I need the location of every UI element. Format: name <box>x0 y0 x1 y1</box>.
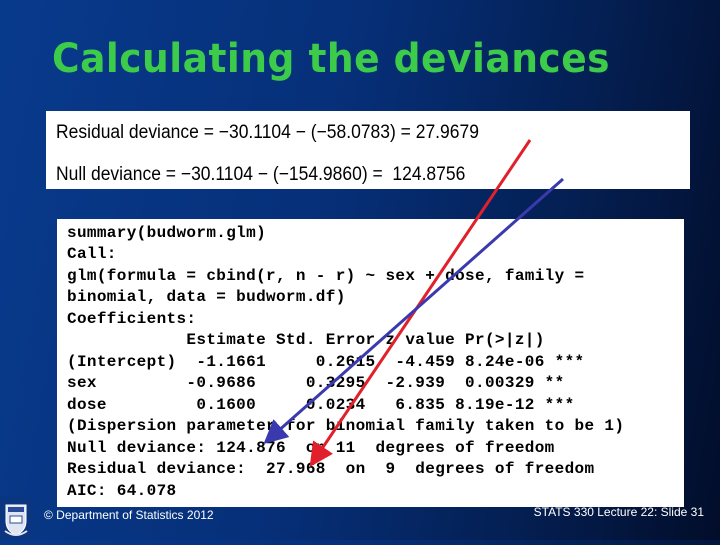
code-line: Coefficients: <box>67 310 197 328</box>
code-line: (Intercept) -1.1661 0.2615 -4.459 8.24e-… <box>67 353 585 371</box>
code-line: summary(budworm.glm) <box>67 224 267 242</box>
code-line: dose 0.1600 0.0234 6.835 8.19e-12 *** <box>67 396 575 414</box>
residual-deviance-calc: Residual deviance = −30.1104 − (−58.0783… <box>56 122 479 143</box>
footer-slide-info: STATS 330 Lecture 22: Slide 31 <box>533 505 704 519</box>
code-line: AIC: 64.078 <box>67 482 177 500</box>
slide-title: Calculating the deviances <box>52 36 611 82</box>
code-line: sex -0.9686 0.3295 -2.939 0.00329 ** <box>67 374 565 392</box>
code-line: glm(formula = cbind(r, n - r) ~ sex + do… <box>67 267 585 285</box>
university-crest-icon <box>0 497 32 540</box>
code-line: Null deviance: 124.876 on 11 degrees of … <box>67 439 555 457</box>
code-line: binomial, data = budworm.df) <box>67 288 346 306</box>
deviance-calculation-box: Residual deviance = −30.1104 − (−58.0783… <box>46 111 690 189</box>
footer-copyright: © Department of Statistics 2012 <box>44 508 214 522</box>
code-line: Residual deviance: 27.968 on 9 degrees o… <box>67 460 595 478</box>
code-line: Estimate Std. Error z value Pr(>|z|) <box>67 331 545 349</box>
code-line: (Dispersion parameter for binomial famil… <box>67 417 625 435</box>
r-summary-output: summary(budworm.glm) Call: glm(formula =… <box>57 219 684 507</box>
null-deviance-calc: Null deviance = −30.1104 − (−154.9860) =… <box>56 164 466 185</box>
code-line: Call: <box>67 245 117 263</box>
